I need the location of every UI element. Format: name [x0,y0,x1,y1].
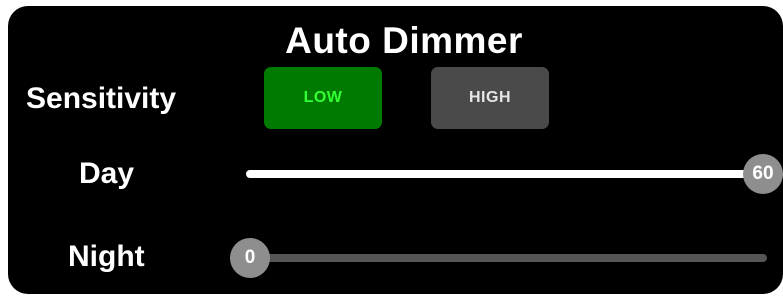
night-label: Night [68,240,145,273]
day-label: Day [79,157,135,190]
auto-dimmer-panel: Auto Dimmer Sensitivity LOW HIGH Day 60 … [8,6,783,294]
day-slider-thumb[interactable]: 60 [743,154,783,194]
day-slider-fill [246,170,763,178]
sensitivity-low-button[interactable]: LOW [264,67,382,129]
night-slider[interactable]: 0 [230,238,767,278]
sensitivity-label: Sensitivity [26,82,177,115]
sensitivity-high-button[interactable]: HIGH [431,67,549,129]
night-slider-track [230,254,767,262]
night-slider-thumb[interactable]: 0 [230,238,270,278]
day-slider[interactable]: 60 [246,154,783,194]
panel-title: Auto Dimmer [285,20,523,61]
